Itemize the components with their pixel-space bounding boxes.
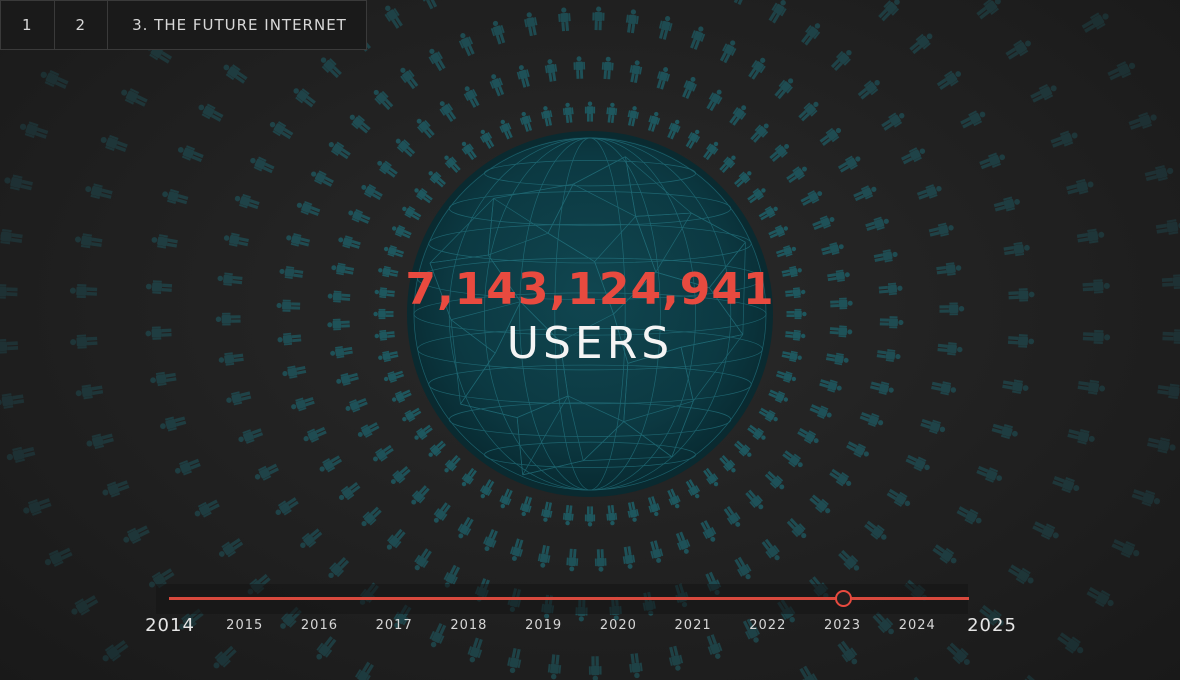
year-label-2017[interactable]: 2017: [376, 618, 413, 633]
year-label-2022[interactable]: 2022: [749, 618, 786, 633]
year-label-2023[interactable]: 2023: [824, 618, 861, 633]
user-counter: 7,143,124,941 USERS: [390, 262, 790, 370]
tab-future-internet[interactable]: 3. THE FUTURE INTERNET: [108, 1, 366, 49]
tab-section-1[interactable]: 1: [1, 1, 55, 49]
tab-section-2[interactable]: 2: [55, 1, 109, 49]
year-label-2019[interactable]: 2019: [525, 618, 562, 633]
section-nav: 1 2 3. THE FUTURE INTERNET: [0, 0, 367, 50]
user-count-number: 7,143,124,941: [405, 264, 775, 315]
year-label-2018[interactable]: 2018: [450, 618, 487, 633]
user-count-unit: USERS: [506, 318, 674, 369]
year-label-2020[interactable]: 2020: [600, 618, 637, 633]
timeline-handle[interactable]: [834, 590, 852, 607]
year-timeline: 2014 2015 2016 2017 2018 2019 2020 2021 2022 2023…: [145, 582, 1016, 652]
year-label-2021[interactable]: 2021: [675, 618, 712, 633]
year-label-2024[interactable]: 2024: [899, 618, 936, 633]
year-label-2014[interactable]: 2014: [145, 615, 195, 636]
year-label-2016[interactable]: 2016: [301, 618, 338, 633]
infographic-stage: 1 2 3. THE FUTURE INTERNET 7,143,124,941…: [0, 0, 1180, 680]
year-label-2015[interactable]: 2015: [226, 618, 263, 633]
year-label-2025[interactable]: 2025: [967, 615, 1017, 636]
